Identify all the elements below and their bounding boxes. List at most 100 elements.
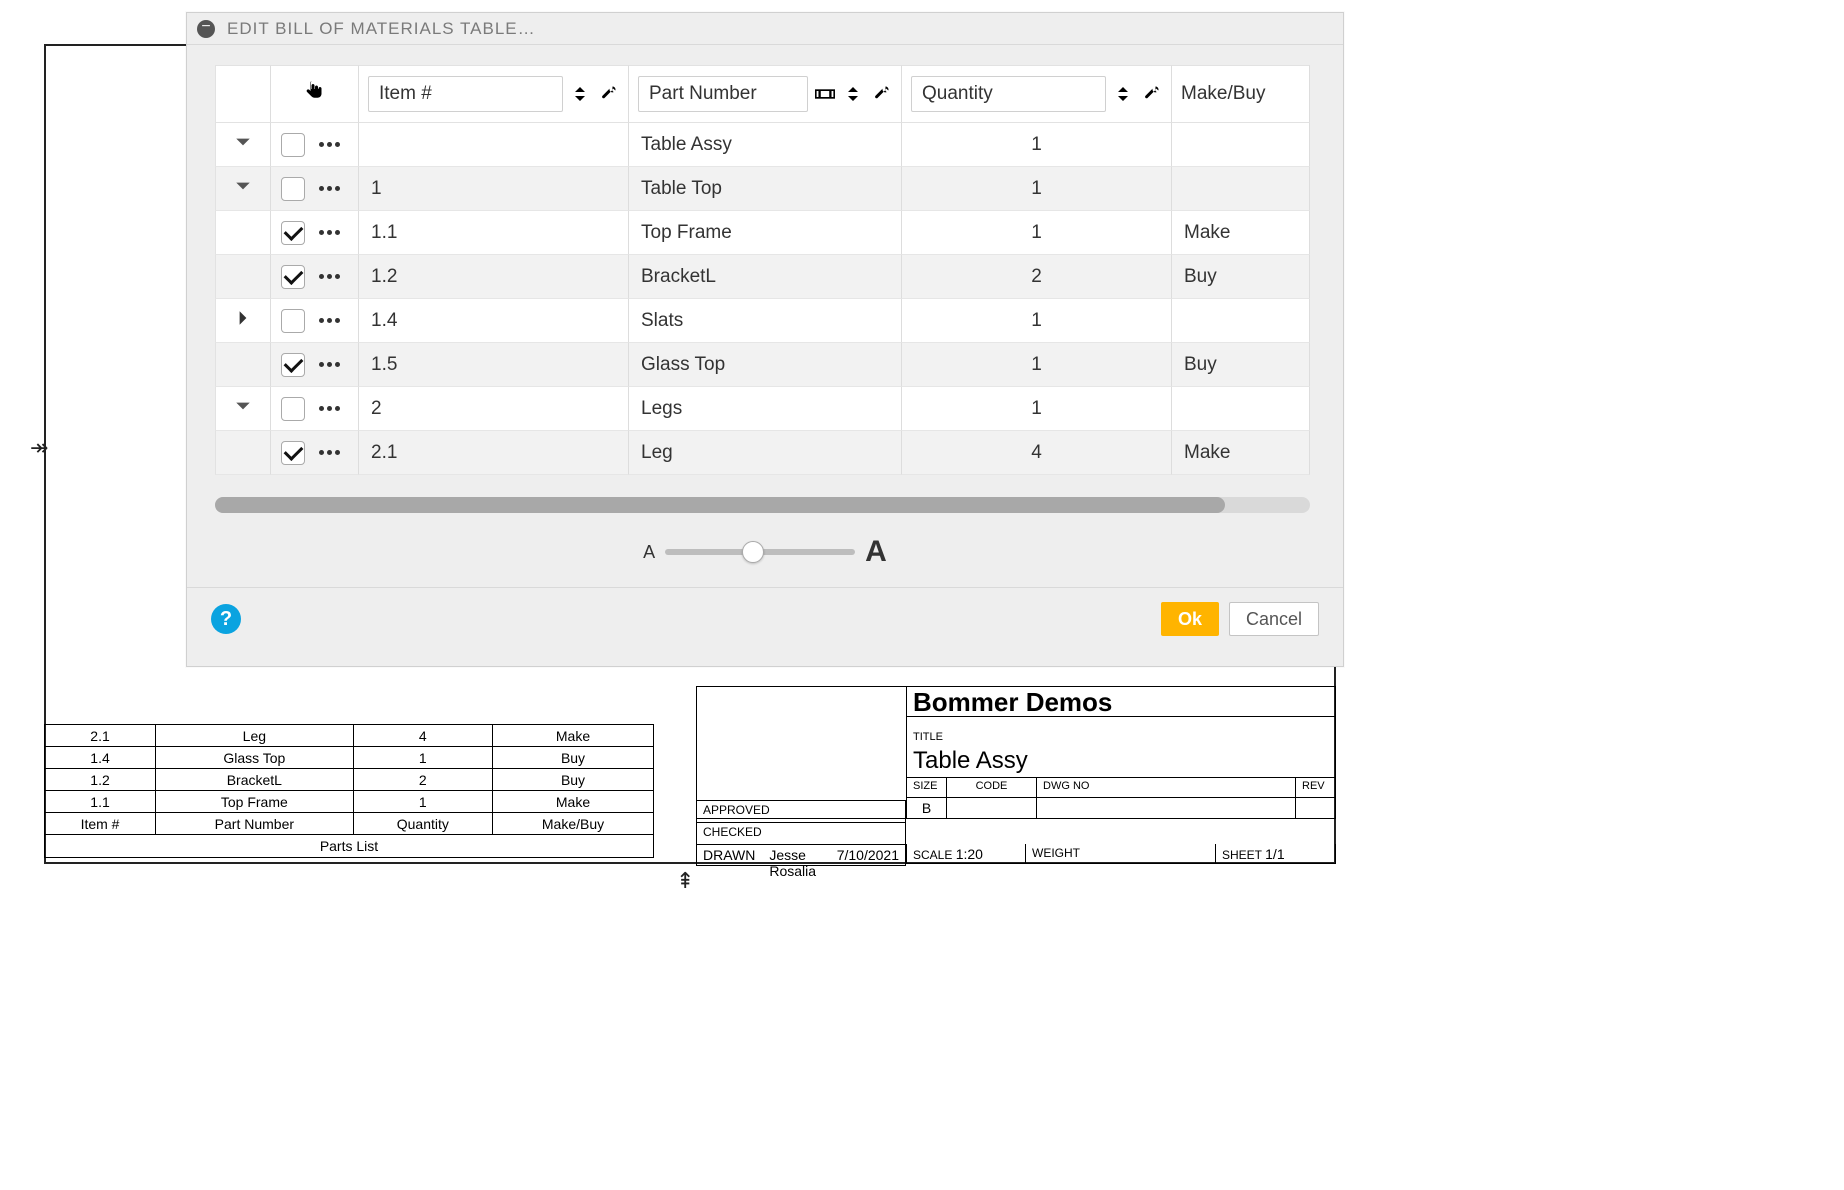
chevron-down-icon[interactable]	[234, 397, 252, 421]
table-horizontal-scrollbar[interactable]	[215, 497, 1310, 513]
cell-makebuy[interactable]	[1172, 167, 1310, 211]
cell-item[interactable]: 1.5	[359, 343, 629, 387]
table-row[interactable]: 1.1Top Frame1Make	[215, 211, 1310, 255]
chevron-down-icon[interactable]	[234, 133, 252, 157]
cell-quantity[interactable]: 1	[902, 343, 1172, 387]
row-options-icon[interactable]	[315, 182, 344, 195]
row-checkbox[interactable]	[281, 265, 305, 289]
dialog-title: EDIT BILL OF MATERIALS TABLE…	[227, 19, 536, 39]
scale-label: SCALE	[913, 848, 952, 862]
scale-value: 1:20	[956, 846, 983, 862]
collapse-dialog-icon[interactable]: −	[197, 20, 215, 38]
drawn-by: Jesse Rosalia	[769, 847, 822, 863]
cell-quantity[interactable]: 1	[902, 387, 1172, 431]
cell-makebuy[interactable]	[1172, 123, 1310, 167]
cell-makebuy[interactable]: Buy	[1172, 343, 1310, 387]
quantity-column-name-input[interactable]: Quantity	[911, 76, 1106, 112]
cell-item[interactable]: 1	[359, 167, 629, 211]
drawn-date: 7/10/2021	[837, 847, 899, 863]
cell-part-number[interactable]: BracketL	[629, 255, 902, 299]
sort-quantity-icon[interactable]	[1112, 83, 1134, 105]
column-makebuy-header: Make/Buy	[1172, 65, 1310, 123]
chevron-right-icon[interactable]	[234, 309, 252, 333]
flatten-part-icon[interactable]	[814, 83, 836, 105]
row-checkbox[interactable]	[281, 397, 305, 421]
cell-makebuy[interactable]: Make	[1172, 431, 1310, 475]
sort-part-icon[interactable]	[842, 83, 864, 105]
cell-item[interactable]	[359, 123, 629, 167]
row-options-icon[interactable]	[315, 446, 344, 459]
parts-list-header-cell: Quantity	[353, 813, 492, 835]
origin-arrow-up-icon: ⇞	[676, 868, 694, 894]
cell-item[interactable]: 1.1	[359, 211, 629, 255]
row-options-icon[interactable]	[315, 358, 344, 371]
hand-pointer-icon	[303, 78, 327, 110]
table-horizontal-scrollbar-thumb[interactable]	[215, 497, 1225, 513]
row-options-icon[interactable]	[315, 138, 344, 151]
row-options-icon[interactable]	[315, 402, 344, 415]
row-checkbox[interactable]	[281, 221, 305, 245]
weight-label: WEIGHT	[1032, 846, 1080, 860]
cell-quantity[interactable]: 1	[902, 299, 1172, 343]
row-options-icon[interactable]	[315, 226, 344, 239]
table-row[interactable]: 2.1Leg4Make	[215, 431, 1310, 475]
row-options-icon[interactable]	[315, 270, 344, 283]
cell-part-number[interactable]: Top Frame	[629, 211, 902, 255]
configure-item-icon[interactable]	[597, 83, 619, 105]
checked-label: CHECKED	[696, 822, 906, 844]
row-checkbox[interactable]	[281, 441, 305, 465]
drawn-row: DRAWN Jesse Rosalia 7/10/2021	[696, 844, 906, 866]
font-size-slider-track[interactable]	[665, 549, 855, 555]
cell-part-number[interactable]: Leg	[629, 431, 902, 475]
parts-list-row: 1.1Top Frame1Make	[45, 791, 654, 813]
title-block-title-label: TITLE	[913, 731, 943, 743]
cell-item[interactable]: 1.4	[359, 299, 629, 343]
parts-list-header-cell: Item #	[45, 813, 156, 835]
configure-part-icon[interactable]	[870, 83, 892, 105]
cell-quantity[interactable]: 4	[902, 431, 1172, 475]
font-size-large-label: A	[865, 535, 887, 569]
cell-quantity[interactable]: 1	[902, 211, 1172, 255]
size-label: SIZE	[913, 780, 940, 792]
cell-makebuy[interactable]	[1172, 387, 1310, 431]
cell-part-number[interactable]: Slats	[629, 299, 902, 343]
title-block-logo-area	[697, 687, 907, 819]
cell-quantity[interactable]: 1	[902, 123, 1172, 167]
table-row[interactable]: Table Assy1	[215, 123, 1310, 167]
cell-item[interactable]: 1.2	[359, 255, 629, 299]
bom-header-row: Item # Part Number	[215, 65, 1310, 123]
font-size-slider-thumb[interactable]	[742, 541, 764, 563]
part-column-name-input[interactable]: Part Number	[638, 76, 808, 112]
chevron-down-icon[interactable]	[234, 177, 252, 201]
dialog-header: − EDIT BILL OF MATERIALS TABLE…	[187, 13, 1343, 45]
row-checkbox[interactable]	[281, 133, 305, 157]
table-row[interactable]: 1Table Top1	[215, 167, 1310, 211]
ok-button[interactable]: Ok	[1161, 602, 1219, 636]
cell-makebuy[interactable]: Buy	[1172, 255, 1310, 299]
table-row[interactable]: 1.5Glass Top1Buy	[215, 343, 1310, 387]
item-column-name-input[interactable]: Item #	[368, 76, 563, 112]
cell-item[interactable]: 2	[359, 387, 629, 431]
cell-quantity[interactable]: 1	[902, 167, 1172, 211]
row-checkbox[interactable]	[281, 177, 305, 201]
cell-part-number[interactable]: Table Top	[629, 167, 902, 211]
cell-part-number[interactable]: Glass Top	[629, 343, 902, 387]
cell-part-number[interactable]: Legs	[629, 387, 902, 431]
row-checkbox[interactable]	[281, 309, 305, 333]
sort-item-icon[interactable]	[569, 83, 591, 105]
cell-makebuy[interactable]	[1172, 299, 1310, 343]
cancel-button[interactable]: Cancel	[1229, 602, 1319, 636]
cell-part-number[interactable]: Table Assy	[629, 123, 902, 167]
title-block-title: Table Assy	[913, 747, 1028, 774]
parts-list-cell: 1.4	[45, 747, 156, 769]
cell-item[interactable]: 2.1	[359, 431, 629, 475]
help-icon[interactable]: ?	[211, 604, 241, 634]
cell-quantity[interactable]: 2	[902, 255, 1172, 299]
row-options-icon[interactable]	[315, 314, 344, 327]
table-row[interactable]: 1.2BracketL2Buy	[215, 255, 1310, 299]
cell-makebuy[interactable]: Make	[1172, 211, 1310, 255]
table-row[interactable]: 1.4Slats1	[215, 299, 1310, 343]
table-row[interactable]: 2Legs1	[215, 387, 1310, 431]
configure-quantity-icon[interactable]	[1140, 83, 1162, 105]
row-checkbox[interactable]	[281, 353, 305, 377]
